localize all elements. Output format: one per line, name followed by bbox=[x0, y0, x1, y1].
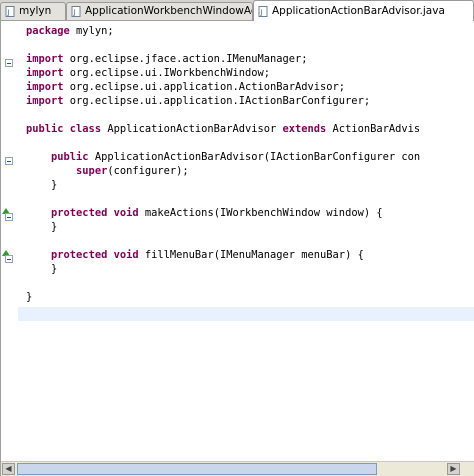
tab-mylyn[interactable]: J mylyn bbox=[0, 2, 66, 20]
svg-text:J: J bbox=[73, 9, 76, 17]
code-keyword: public bbox=[51, 151, 89, 163]
code-text-segment: org.eclipse.jface.action.IMenuManager; bbox=[63, 53, 308, 65]
java-file-icon: J bbox=[5, 6, 15, 17]
code-line: protected void fillMenuBar(IMenuManager … bbox=[26, 248, 364, 262]
code-keyword: import bbox=[26, 53, 64, 65]
svg-text:J: J bbox=[7, 9, 10, 17]
code-text-segment: org.eclipse.ui.IWorkbenchWindow; bbox=[63, 67, 270, 79]
code-keyword: protected void bbox=[51, 207, 139, 219]
code-text[interactable]: package mylyn; import org.eclipse.jface.a… bbox=[26, 21, 474, 462]
code-line: } bbox=[26, 178, 57, 192]
tab-label: mylyn bbox=[19, 5, 52, 17]
editor-ruler bbox=[1, 21, 18, 462]
code-text-segment: org.eclipse.ui.application.ActionBarAdvi… bbox=[63, 81, 346, 93]
code-keyword: protected void bbox=[51, 249, 139, 261]
code-text-segment: ApplicationActionBarAdvisor(IActionBarCo… bbox=[88, 151, 421, 163]
code-text-segment: mylyn; bbox=[69, 25, 114, 37]
code-keyword: import bbox=[26, 95, 64, 107]
code-text-segment: ApplicationActionBarAdvisor bbox=[101, 123, 283, 135]
code-keyword: import bbox=[26, 81, 64, 93]
tab-application-workbench-window-advisor[interactable]: J ApplicationWorkbenchWindowAdvis bbox=[66, 2, 253, 20]
code-text-segment: } bbox=[26, 291, 33, 303]
scroll-right-button[interactable]: ▶ bbox=[447, 463, 460, 475]
scroll-left-button[interactable]: ◀ bbox=[2, 463, 15, 475]
tab-label: ApplicationActionBarAdvisor.java bbox=[272, 5, 445, 17]
code-line: public class ApplicationActionBarAdvisor… bbox=[26, 122, 420, 136]
code-line: import org.eclipse.jface.action.IMenuMan… bbox=[26, 52, 308, 66]
horizontal-scrollbar[interactable]: ◀ ▶ bbox=[1, 461, 474, 476]
code-text-segment: } bbox=[51, 179, 58, 191]
code-line: } bbox=[26, 262, 57, 276]
code-line: import org.eclipse.ui.IWorkbenchWindow; bbox=[26, 66, 270, 80]
code-keyword: extends bbox=[282, 123, 327, 135]
code-line: import org.eclipse.ui.application.IActio… bbox=[26, 94, 370, 108]
code-keyword: import bbox=[26, 67, 64, 79]
scrollbar-thumb[interactable] bbox=[17, 463, 377, 475]
tab-application-action-bar-advisor[interactable]: J ApplicationActionBarAdvisor.java bbox=[253, 0, 474, 21]
editor-tab-bar: J mylyn J ApplicationWorkbenchWindowAdvi… bbox=[0, 0, 474, 21]
code-text-segment: (configurer); bbox=[107, 165, 189, 177]
code-line: public ApplicationActionBarAdvisor(IActi… bbox=[26, 150, 420, 164]
fold-toggle-icon[interactable] bbox=[5, 157, 13, 165]
fold-toggle-icon[interactable] bbox=[5, 255, 13, 263]
code-line: } bbox=[26, 290, 32, 304]
svg-text:J: J bbox=[260, 9, 263, 17]
code-text-segment: ActionBarAdvis bbox=[326, 123, 421, 135]
code-keyword: public class bbox=[26, 123, 102, 135]
code-keyword: package bbox=[26, 25, 70, 37]
code-text-segment: } bbox=[51, 263, 58, 275]
java-file-icon: J bbox=[71, 6, 81, 17]
tab-label: ApplicationWorkbenchWindowAdvis bbox=[85, 5, 252, 17]
code-text-segment: org.eclipse.ui.application.IActionBarCon… bbox=[63, 95, 371, 107]
java-file-icon: J bbox=[258, 6, 268, 17]
code-line: protected void makeActions(IWorkbenchWin… bbox=[26, 206, 383, 220]
fold-toggle-icon[interactable] bbox=[5, 59, 13, 67]
code-text-segment: makeActions(IWorkbenchWindow window) { bbox=[138, 207, 383, 219]
code-line: } bbox=[26, 220, 57, 234]
code-text-segment: fillMenuBar(IMenuManager menuBar) { bbox=[138, 249, 364, 261]
code-text-segment: } bbox=[51, 221, 58, 233]
code-line: import org.eclipse.ui.application.Action… bbox=[26, 80, 345, 94]
code-line: package mylyn; bbox=[26, 24, 114, 38]
code-line: super(configurer); bbox=[26, 164, 189, 178]
code-keyword: super bbox=[76, 165, 108, 177]
code-editor[interactable]: package mylyn; import org.eclipse.jface.a… bbox=[0, 21, 474, 476]
fold-toggle-icon[interactable] bbox=[5, 213, 13, 221]
